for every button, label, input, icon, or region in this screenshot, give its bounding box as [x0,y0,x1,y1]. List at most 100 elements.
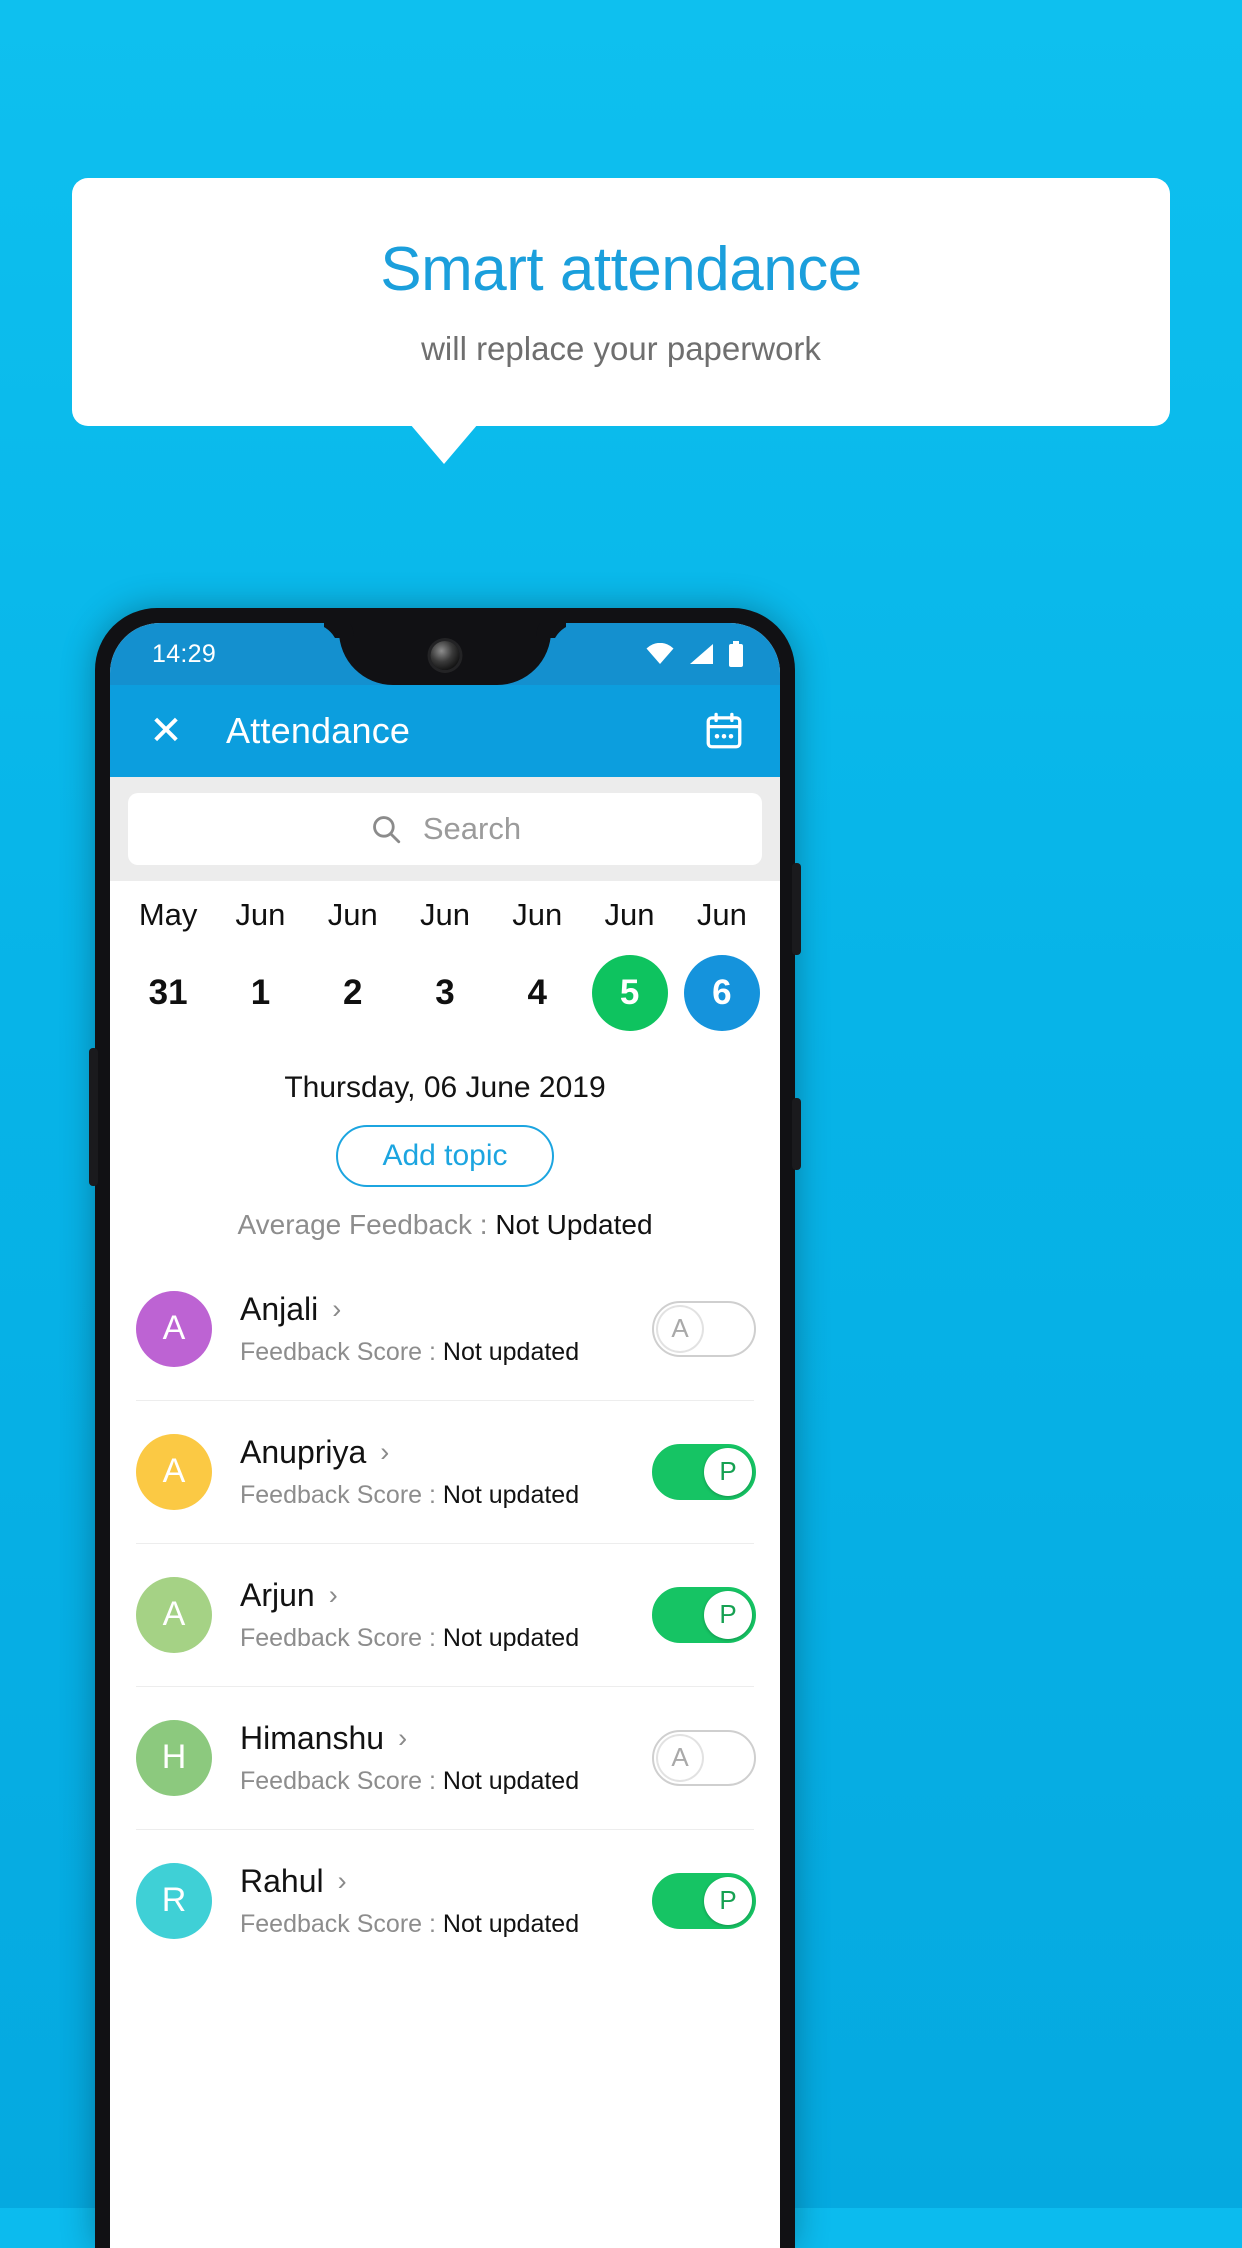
feedback-score-value: Not updated [442,1480,580,1509]
feedback-score-label: Feedback Score : [240,1766,443,1795]
date-month-label: May [138,897,198,932]
attendance-toggle-knob: A [656,1733,704,1782]
student-info: Arjun › Feedback Score : Not updated [240,1577,652,1653]
date-cell[interactable]: May 31 [122,897,214,1031]
date-cell[interactable]: Jun 2 [307,897,399,1031]
attendance-toggle[interactable]: A [652,1300,756,1357]
chevron-right-icon[interactable]: › [332,1295,341,1323]
battery-icon [729,641,743,667]
student-name-line: Arjun › [240,1577,652,1614]
date-cell[interactable]: Jun 5 [583,897,675,1031]
date-cell[interactable]: Jun 6 [676,897,768,1031]
calendar-icon[interactable] [700,707,748,755]
chevron-right-icon[interactable]: › [329,1581,338,1609]
date-day-number: 3 [435,973,455,1012]
feedback-score-label: Feedback Score : [240,1909,443,1938]
power-button[interactable] [792,863,801,955]
avatar: A [136,1576,212,1653]
date-day-number: 5 [591,955,668,1031]
feedback-score-value: Not updated [442,1909,580,1938]
attendance-toggle[interactable]: P [652,1586,756,1643]
date-month-label: Jun [327,897,378,932]
average-feedback: Average Feedback : Not Updated [110,1209,780,1241]
feedback-score: Feedback Score : Not updated [240,1624,652,1653]
average-feedback-label: Average Feedback : [237,1209,496,1240]
feedback-score-value: Not updated [442,1337,580,1366]
attendance-toggle-knob: P [704,1447,752,1496]
phone-screen: 14:29 ✕ Attendance Search May 31 Jun 1 J… [110,623,780,2248]
student-info: Anjali › Feedback Score : Not updated [240,1291,652,1367]
front-camera [430,641,460,670]
close-icon[interactable]: ✕ [144,709,188,753]
feedback-score: Feedback Score : Not updated [240,1338,652,1367]
student-name-line: Anjali › [240,1291,652,1328]
table-row[interactable]: A Anupriya › Feedback Score : Not updated P [110,1400,780,1543]
status-icons [645,641,744,667]
student-name: Arjun [240,1576,315,1613]
camera-notch [339,623,551,685]
search-placeholder: Search [422,811,522,846]
chevron-right-icon[interactable]: › [338,1867,347,1895]
search-icon [372,816,401,844]
avatar: R [136,1862,212,1939]
status-bar: 14:29 [110,623,780,685]
page-title: Attendance [226,710,411,751]
date-month-label: Jun [696,897,747,932]
signal-icon [690,644,713,664]
volume-button[interactable] [792,1098,801,1170]
feedback-score: Feedback Score : Not updated [240,1910,652,1939]
table-row[interactable]: R Rahul › Feedback Score : Not updated P [110,1829,780,1972]
selected-day-heading: Thursday, 06 June 2019 [284,1071,606,1104]
date-month-label: Jun [419,897,470,932]
feedback-score-value: Not updated [442,1623,580,1652]
search-area: Search [110,777,780,881]
attendance-toggle[interactable]: A [652,1729,756,1786]
avatar: A [136,1433,212,1510]
date-day-number: 31 [148,973,188,1012]
attendance-toggle[interactable]: P [652,1872,756,1929]
date-day-number: 2 [342,973,363,1012]
date-day-number: 4 [527,973,547,1012]
table-row[interactable]: A Anjali › Feedback Score : Not updated A [110,1257,780,1400]
feedback-score-label: Feedback Score : [240,1623,443,1652]
promo-callout-card: Smart attendance will replace your paper… [72,178,1170,426]
attendance-toggle-knob: P [704,1876,752,1925]
student-name: Rahul [240,1862,324,1899]
phone-mockup: 14:29 ✕ Attendance Search May 31 Jun 1 J… [89,608,801,2248]
feedback-score-value: Not updated [442,1766,580,1795]
date-day-number: 6 [683,955,760,1031]
feedback-score-label: Feedback Score : [240,1480,443,1509]
add-topic-button[interactable]: Add topic [336,1125,554,1187]
date-cell[interactable]: Jun 3 [399,897,491,1031]
student-name: Anupriya [240,1433,367,1470]
callout-tail [410,424,478,464]
assistant-button[interactable] [89,1048,98,1186]
attendance-toggle[interactable]: P [652,1443,756,1500]
feedback-score: Feedback Score : Not updated [240,1767,652,1796]
chevron-right-icon[interactable]: › [398,1724,407,1752]
table-row[interactable]: H Himanshu › Feedback Score : Not updated A [110,1686,780,1829]
feedback-score: Feedback Score : Not updated [240,1481,652,1510]
date-month-label: Jun [512,897,563,932]
avatar: H [136,1719,212,1796]
promo-subtitle: will replace your paperwork [421,330,821,368]
student-name-line: Rahul › [240,1863,652,1900]
student-info: Anupriya › Feedback Score : Not updated [240,1434,652,1510]
add-topic-wrap: Add topic [110,1125,780,1187]
date-cell[interactable]: Jun 1 [214,897,306,1031]
date-month-label: Jun [604,897,655,932]
date-month-label: Jun [235,897,286,932]
wifi-icon [646,643,674,664]
student-info: Rahul › Feedback Score : Not updated [240,1863,652,1939]
average-feedback-value: Not Updated [495,1209,653,1240]
date-strip: May 31 Jun 1 Jun 2 Jun 3 Jun 4 Jun 5 Jun 6 [110,881,780,1037]
date-cell[interactable]: Jun 4 [491,897,583,1031]
student-name-line: Himanshu › [240,1720,652,1757]
promo-title: Smart attendance [380,234,862,304]
search-input[interactable]: Search [128,793,762,865]
table-row[interactable]: A Arjun › Feedback Score : Not updated P [110,1543,780,1686]
student-list: A Anjali › Feedback Score : Not updated A A An… [110,1257,780,1972]
feedback-score-label: Feedback Score : [240,1337,443,1366]
chevron-right-icon[interactable]: › [380,1438,389,1466]
student-name: Anjali [240,1290,319,1327]
